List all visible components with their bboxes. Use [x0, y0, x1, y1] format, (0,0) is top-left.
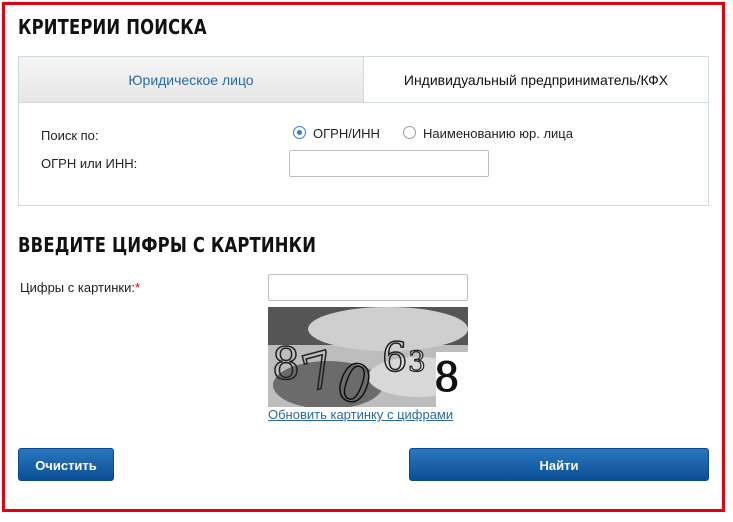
radio-company-name[interactable] — [403, 126, 416, 139]
criteria-title: КРИТЕРИИ ПОИСКА — [18, 15, 207, 39]
captcha-digit: 8 — [272, 339, 300, 390]
required-mark: * — [134, 280, 141, 295]
captcha-digit: 8 — [434, 355, 459, 401]
ogrn-inn-input[interactable] — [289, 150, 489, 177]
radio-company-name-label[interactable]: Наименованию юр. лица — [423, 126, 573, 141]
captcha-field-label: Цифры с картинки:* — [20, 280, 141, 295]
refresh-captcha-link[interactable]: Обновить картинку с цифрами — [268, 407, 453, 422]
search-by-label: Поиск по: — [41, 128, 99, 143]
captcha-title: ВВЕДИТЕ ЦИФРЫ С КАРТИНКИ — [18, 233, 317, 257]
tab-individual-entrepreneur[interactable]: Индивидуальный предприниматель/КФХ — [364, 57, 708, 103]
captcha-image: 8 7 0 6 3 8 — [268, 307, 468, 407]
ogrn-inn-field-label: ОГРН или ИНН: — [41, 156, 138, 171]
radio-ogrn-inn-label[interactable]: ОГРН/ИНН — [313, 126, 380, 141]
clear-button[interactable]: Очистить — [18, 448, 114, 481]
tab-legal-entity[interactable]: Юридическое лицо — [19, 57, 364, 103]
entity-tabs: Юридическое лицо Индивидуальный предприн… — [19, 57, 708, 103]
captcha-input[interactable] — [268, 274, 468, 301]
search-criteria-panel: Юридическое лицо Индивидуальный предприн… — [18, 56, 709, 206]
captcha-digit: 3 — [408, 345, 426, 378]
find-button[interactable]: Найти — [409, 448, 709, 481]
captcha-digit: 6 — [382, 335, 407, 381]
radio-ogrn-inn[interactable] — [293, 126, 306, 139]
